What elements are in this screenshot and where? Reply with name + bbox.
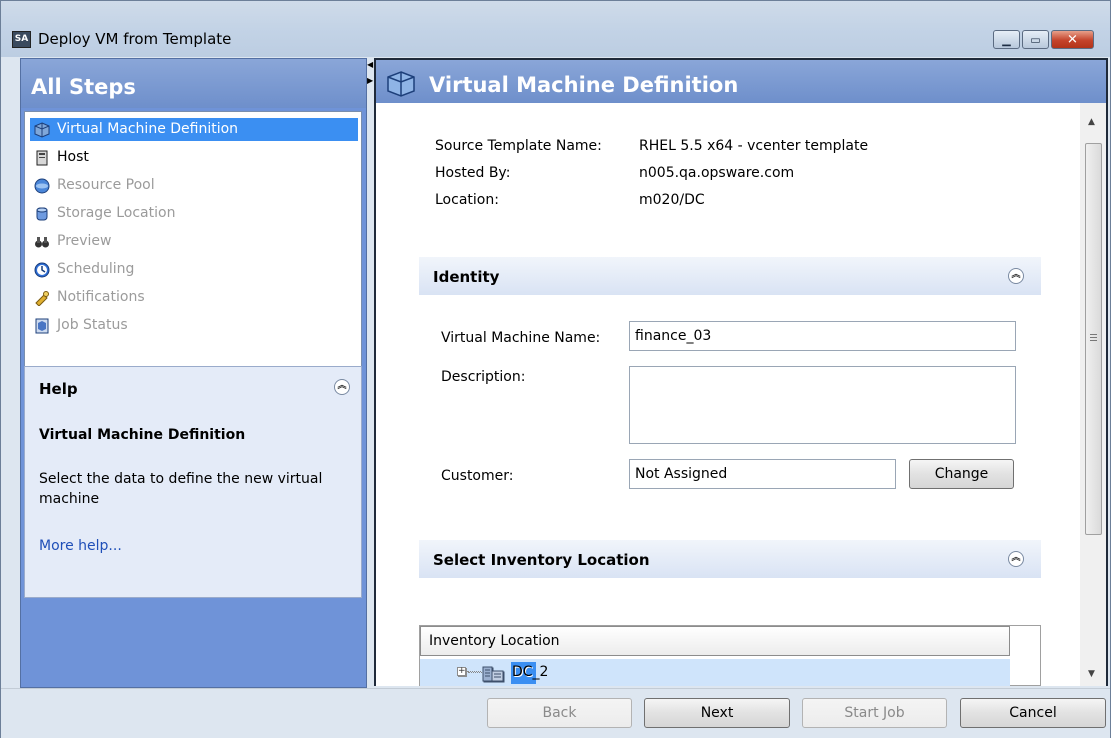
notification-icon <box>35 291 49 306</box>
expand-right-arrow-icon[interactable]: ▶ <box>367 76 373 85</box>
step-label: Host <box>57 149 89 165</box>
vm-cube-icon <box>34 122 50 138</box>
step-label: Storage Location <box>57 205 176 221</box>
step-label: Virtual Machine Definition <box>57 121 239 137</box>
source-template-value: RHEL 5.5 x64 - vcenter template <box>639 138 869 154</box>
source-template-label: Source Template Name: <box>435 138 602 154</box>
collapse-inventory-icon[interactable]: ︽ <box>1008 551 1024 567</box>
tree-label: DC_2 <box>512 664 549 680</box>
change-customer-button[interactable]: Change <box>909 459 1014 489</box>
customer-field: Not Assigned <box>629 459 896 489</box>
main-header: Virtual Machine Definition <box>376 60 1106 103</box>
scroll-down-icon[interactable]: ▼ <box>1088 669 1095 679</box>
close-icon: ✕ <box>1067 32 1078 47</box>
definition-content: Source Template Name: RHEL 5.5 x64 - vce… <box>376 103 1080 686</box>
step-label: Scheduling <box>57 261 135 277</box>
main-title: Virtual Machine Definition <box>429 73 739 97</box>
vm-name-input[interactable]: finance_03 <box>629 321 1016 351</box>
collapse-left-arrow-icon[interactable]: ◀ <box>367 60 373 69</box>
start-job-button[interactable]: Start Job <box>802 698 947 728</box>
inventory-column-header[interactable]: Inventory Location <box>420 626 1010 656</box>
description-textarea[interactable] <box>629 366 1016 444</box>
location-value: m020/DC <box>639 192 705 208</box>
step-storage-location[interactable]: Storage Location <box>30 202 358 225</box>
tree-row-dc-2[interactable]: + DC_2 <box>419 658 1009 686</box>
server-icon <box>36 150 48 166</box>
deploy-vm-window: SA Deploy VM from Template ▁ ▭ ✕ All Ste… <box>0 0 1111 738</box>
tree-connector <box>467 671 481 672</box>
main-scrollbar[interactable]: ▲ ▼ <box>1080 103 1106 686</box>
description-label: Description: <box>441 369 526 385</box>
collapse-help-icon[interactable]: ︽ <box>334 379 350 395</box>
step-scheduling[interactable]: Scheduling <box>30 258 358 281</box>
title-bar[interactable]: SA Deploy VM from Template ▁ ▭ ✕ <box>1 1 1110 57</box>
close-button[interactable]: ✕ <box>1051 30 1094 49</box>
step-job-status[interactable]: Job Status <box>30 314 358 337</box>
location-label: Location: <box>435 192 499 208</box>
steps-list: Virtual Machine Definition Host Resource… <box>24 111 362 401</box>
app-icon: SA <box>12 31 31 48</box>
identity-section-header: Identity ︽ <box>419 257 1041 295</box>
wizard-button-bar: Back Next Start Job Cancel <box>1 688 1110 738</box>
step-label: Resource Pool <box>57 177 155 193</box>
main-panel: Virtual Machine Definition Source Templa… <box>374 58 1108 686</box>
more-help-link[interactable]: More help... <box>39 538 122 554</box>
help-description: Select the data to define the new virtua… <box>39 471 323 507</box>
step-host[interactable]: Host <box>30 146 358 169</box>
scroll-thumb[interactable] <box>1085 143 1102 535</box>
collapse-identity-icon[interactable]: ︽ <box>1008 268 1024 284</box>
scroll-up-icon[interactable]: ▲ <box>1088 117 1095 127</box>
step-notifications[interactable]: Notifications <box>30 286 358 309</box>
step-label: Job Status <box>57 317 128 333</box>
minimize-icon: ▁ <box>1002 33 1011 46</box>
help-header: Help ︽ <box>25 367 361 405</box>
binoculars-icon <box>35 237 49 248</box>
left-panel: All Steps Virtual Machine Definition Hos… <box>20 58 367 688</box>
panel-splitter[interactable]: ◀ ▶ <box>367 58 374 688</box>
identity-title: Identity <box>433 268 500 286</box>
step-label: Notifications <box>57 289 145 305</box>
step-resource-pool[interactable]: Resource Pool <box>30 174 358 197</box>
minimize-button[interactable]: ▁ <box>993 30 1020 49</box>
storage-icon <box>36 207 48 221</box>
maximize-icon: ▭ <box>1030 33 1041 46</box>
expand-icon[interactable]: + <box>457 667 466 676</box>
step-preview[interactable]: Preview <box>30 230 358 253</box>
resource-pool-icon <box>34 178 50 194</box>
cancel-button[interactable]: Cancel <box>960 698 1106 728</box>
hosted-by-value: n005.qa.opsware.com <box>639 165 795 181</box>
window-title: Deploy VM from Template <box>38 30 232 48</box>
next-button[interactable]: Next <box>644 698 790 728</box>
clock-icon <box>34 262 50 278</box>
all-steps-header: All Steps <box>21 59 366 108</box>
back-button[interactable]: Back <box>487 698 632 728</box>
step-virtual-machine-definition[interactable]: Virtual Machine Definition <box>30 118 358 141</box>
help-title: Help <box>39 380 78 398</box>
job-status-icon <box>35 318 49 334</box>
hosted-by-label: Hosted By: <box>435 165 511 181</box>
inventory-title: Select Inventory Location <box>433 551 650 569</box>
vm-cube-icon <box>387 71 415 97</box>
help-panel: Help ︽ Virtual Machine Definition Select… <box>24 366 362 598</box>
maximize-button[interactable]: ▭ <box>1022 30 1049 49</box>
inventory-section-header: Select Inventory Location ︽ <box>419 540 1041 578</box>
grip-icon <box>1090 334 1097 341</box>
step-label: Preview <box>57 233 112 249</box>
datacenter-building-icon <box>482 666 504 682</box>
customer-label: Customer: <box>441 468 514 484</box>
help-subtitle: Virtual Machine Definition <box>39 427 246 443</box>
vm-name-label: Virtual Machine Name: <box>441 330 601 346</box>
